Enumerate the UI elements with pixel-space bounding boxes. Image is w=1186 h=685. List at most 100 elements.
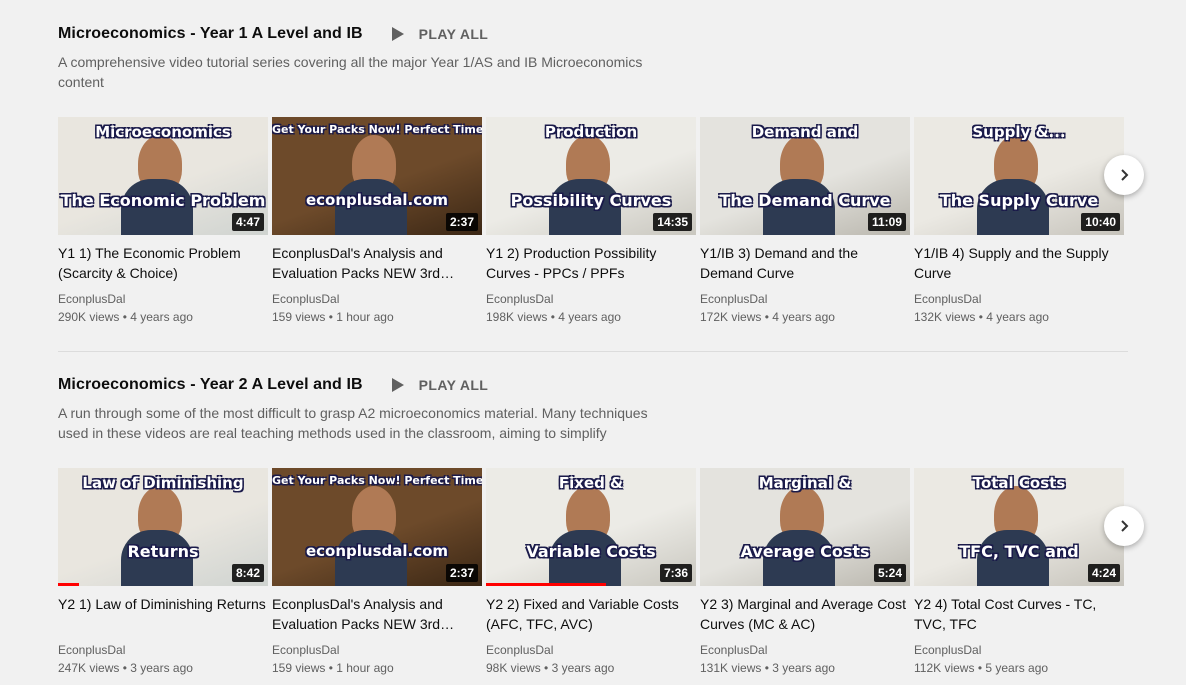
- watch-progress-bar: [58, 583, 79, 586]
- thumbnail-caption-top: Supply &...: [972, 123, 1066, 141]
- video-meta: 159 views • 1 hour ago: [272, 661, 394, 675]
- thumbnail-caption-bottom: The Supply Curve: [939, 191, 1099, 210]
- channel-name[interactable]: EconplusDal: [58, 290, 268, 308]
- channel-name[interactable]: EconplusDal: [700, 290, 910, 308]
- video-card[interactable]: Microeconomics The Economic Problem 4:47…: [58, 117, 268, 326]
- video-card[interactable]: Get Your Packs Now! Perfect Time To Use …: [272, 468, 482, 677]
- thumbnail-caption-top: Microeconomics: [95, 123, 231, 141]
- duration-badge: 11:09: [867, 213, 906, 231]
- next-button[interactable]: [1104, 506, 1144, 546]
- video-title[interactable]: Y2 1) Law of Diminishing Returns: [58, 594, 268, 634]
- shelf-divider: [58, 351, 1128, 352]
- video-card[interactable]: Fixed & Variable Costs 7:36 Y2 2) Fixed …: [486, 468, 696, 677]
- video-thumbnail[interactable]: Fixed & Variable Costs 7:36: [486, 468, 696, 586]
- channel-name[interactable]: EconplusDal: [272, 290, 482, 308]
- chevron-right-icon: [1121, 520, 1129, 532]
- channel-name[interactable]: EconplusDal: [486, 290, 696, 308]
- shelf-description: A comprehensive video tutorial series co…: [58, 54, 643, 90]
- video-thumbnail[interactable]: Supply &... The Supply Curve 10:40: [914, 117, 1124, 235]
- video-row: Microeconomics The Economic Problem 4:47…: [58, 117, 1128, 326]
- video-thumbnail[interactable]: Demand and The Demand Curve 11:09: [700, 117, 910, 235]
- thumbnail-caption-bottom: Variable Costs: [526, 542, 656, 561]
- video-row: Law of Diminishing Returns 8:42 Y2 1) La…: [58, 468, 1128, 677]
- video-thumbnail[interactable]: Production Possibility Curves 14:35: [486, 117, 696, 235]
- channel-name[interactable]: EconplusDal: [700, 641, 910, 659]
- video-card[interactable]: Total Costs TFC, TVC and 4:24 Y2 4) Tota…: [914, 468, 1124, 677]
- thumbnail-caption-bottom: The Economic Problem: [60, 191, 266, 210]
- play-all-label: PLAY ALL: [418, 377, 489, 393]
- channel-name[interactable]: EconplusDal: [914, 641, 1124, 659]
- view-count: 131K views: [700, 661, 762, 675]
- view-count: 198K views: [486, 310, 548, 324]
- thumbnail-caption-top: Production: [544, 123, 638, 141]
- video-card[interactable]: Marginal & Average Costs 5:24 Y2 3) Marg…: [700, 468, 910, 677]
- play-all-button[interactable]: PLAY ALL: [391, 377, 489, 393]
- video-thumbnail[interactable]: Marginal & Average Costs 5:24: [700, 468, 910, 586]
- video-thumbnail[interactable]: Total Costs TFC, TVC and 4:24: [914, 468, 1124, 586]
- thumbnail-caption-bottom: Average Costs: [740, 542, 870, 561]
- thumbnail-caption-top: Marginal &: [758, 474, 852, 492]
- video-title[interactable]: Y1 2) Production Possibility Curves - PP…: [486, 243, 696, 283]
- shelf-title[interactable]: Microeconomics - Year 1 A Level and IB: [58, 25, 363, 43]
- shelf-description: A run through some of the most difficult…: [58, 405, 648, 441]
- video-card[interactable]: Demand and The Demand Curve 11:09 Y1/IB …: [700, 117, 910, 326]
- video-meta: 290K views • 4 years ago: [58, 310, 193, 324]
- play-all-label: PLAY ALL: [418, 26, 489, 42]
- video-title[interactable]: EconplusDal's Analysis and Evaluation Pa…: [272, 594, 482, 634]
- channel-name[interactable]: EconplusDal: [58, 641, 268, 659]
- video-title[interactable]: Y1/IB 4) Supply and the Supply Curve: [914, 243, 1124, 283]
- upload-age: 1 hour ago: [336, 661, 394, 675]
- upload-age: 3 years ago: [772, 661, 835, 675]
- upload-age: 3 years ago: [551, 661, 615, 675]
- duration-badge: 4:24: [1087, 564, 1120, 582]
- video-card[interactable]: Production Possibility Curves 14:35 Y1 2…: [486, 117, 696, 326]
- upload-age: 5 years ago: [985, 661, 1049, 675]
- duration-badge: 5:24: [873, 564, 906, 582]
- channel-name[interactable]: EconplusDal: [272, 641, 482, 659]
- video-meta: 132K views • 4 years ago: [914, 310, 1049, 324]
- video-meta: 247K views • 3 years ago: [58, 661, 193, 675]
- view-count: 159 views: [272, 310, 326, 324]
- shelf-year-2: Microeconomics - Year 2 A Level and IB P…: [58, 373, 1128, 443]
- video-title[interactable]: Y1 1) The Economic Problem (Scarcity & C…: [58, 243, 268, 283]
- view-count: 132K views: [914, 310, 976, 324]
- video-thumbnail[interactable]: Get Your Packs Now! Perfect Time To Use …: [272, 468, 482, 586]
- video-title[interactable]: Y2 4) Total Cost Curves - TC, TVC, TFC: [914, 594, 1124, 634]
- video-meta: 98K views • 3 years ago: [486, 661, 615, 675]
- video-thumbnail[interactable]: Microeconomics The Economic Problem 4:47: [58, 117, 268, 235]
- view-count: 247K views: [58, 661, 120, 675]
- channel-name[interactable]: EconplusDal: [914, 290, 1124, 308]
- view-count: 290K views: [58, 310, 120, 324]
- play-icon: [391, 378, 404, 392]
- shelf-title[interactable]: Microeconomics - Year 2 A Level and IB: [58, 376, 363, 394]
- video-thumbnail[interactable]: Get Your Packs Now! Perfect Time To Use …: [272, 117, 482, 235]
- view-count: 159 views: [272, 661, 326, 675]
- video-meta: 131K views • 3 years ago: [700, 661, 835, 675]
- video-card[interactable]: Supply &... The Supply Curve 10:40 Y1/IB…: [914, 117, 1124, 326]
- thumbnail-caption-bottom: The Demand Curve: [719, 191, 891, 210]
- video-card[interactable]: Get Your Packs Now! Perfect Time To Use …: [272, 117, 482, 326]
- upload-age: 4 years ago: [772, 310, 835, 324]
- video-meta: 172K views • 4 years ago: [700, 310, 835, 324]
- thumbnail-caption-top: Get Your Packs Now! Perfect Time To Use …: [272, 474, 482, 487]
- thumbnail-caption-bottom: econplusdal.com: [305, 542, 449, 560]
- duration-badge: 7:36: [659, 564, 692, 582]
- upload-age: 1 hour ago: [336, 310, 394, 324]
- upload-age: 4 years ago: [130, 310, 193, 324]
- video-title[interactable]: Y2 2) Fixed and Variable Costs (AFC, TFC…: [486, 594, 696, 634]
- video-title[interactable]: Y1/IB 3) Demand and the Demand Curve: [700, 243, 910, 283]
- watch-progress-bar: [486, 583, 606, 586]
- channel-name[interactable]: EconplusDal: [486, 641, 696, 659]
- thumbnail-caption-top: Law of Diminishing: [82, 474, 244, 492]
- play-all-button[interactable]: PLAY ALL: [391, 26, 489, 42]
- video-meta: 159 views • 1 hour ago: [272, 310, 394, 324]
- video-card[interactable]: Law of Diminishing Returns 8:42 Y2 1) La…: [58, 468, 268, 677]
- video-title[interactable]: Y2 3) Marginal and Average Cost Curves (…: [700, 594, 910, 634]
- video-thumbnail[interactable]: Law of Diminishing Returns 8:42: [58, 468, 268, 586]
- duration-badge: 14:35: [653, 213, 692, 231]
- shelf-header: Microeconomics - Year 1 A Level and IB P…: [58, 22, 1128, 46]
- thumbnail-caption-bottom: Possibility Curves: [510, 191, 672, 210]
- thumbnail-caption-top: Fixed &: [558, 474, 624, 492]
- next-button[interactable]: [1104, 155, 1144, 195]
- video-title[interactable]: EconplusDal's Analysis and Evaluation Pa…: [272, 243, 482, 283]
